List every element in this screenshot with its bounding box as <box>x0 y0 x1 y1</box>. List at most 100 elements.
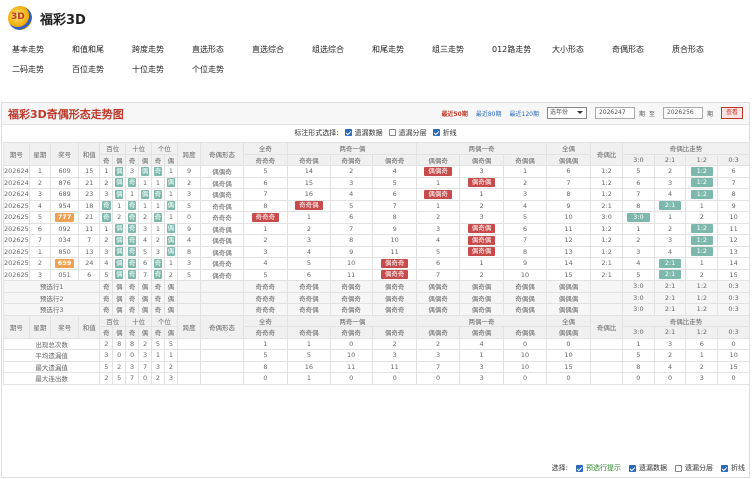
predict-row[interactable]: 预选行2 奇偶奇偶奇偶奇奇奇 奇奇偶 奇偶奇 偶奇奇 偶偶奇 偶奇偶 奇偶偶 偶偶偶 3:0 2:1… <box>2 291 750 304</box>
predict-cell[interactable]: 偶奇奇 <box>371 280 418 293</box>
nav-item[interactable]: 大小形态 <box>552 40 612 60</box>
predict-cell[interactable] <box>200 291 244 304</box>
predict-cell[interactable]: 3:0 <box>622 291 655 304</box>
predict-cell[interactable]: 偶奇偶 <box>458 303 505 316</box>
predict-cell[interactable]: 1:2 <box>685 280 719 293</box>
predict-cell[interactable]: 偶偶偶 <box>545 280 592 293</box>
to-issue-input[interactable]: 2026256 <box>662 107 703 119</box>
predict-cell[interactable]: 奇 <box>99 291 114 304</box>
option-miss-data[interactable]: 遗漏数据 <box>344 128 383 138</box>
predict-cell[interactable]: 偶偶奇 <box>416 303 460 316</box>
predict-cell[interactable]: 奇奇偶 <box>287 291 331 304</box>
predict-cell[interactable]: 偶 <box>112 291 127 304</box>
predict-cell[interactable]: 偶奇偶 <box>458 291 505 304</box>
predict-cell[interactable]: 偶 <box>112 303 127 316</box>
nav-item[interactable]: 直选综合 <box>252 40 312 60</box>
predict-cell[interactable]: 偶 <box>138 291 152 304</box>
checkbox-icon[interactable] <box>576 464 583 472</box>
footer-option-predict[interactable]: 预选行提示 <box>576 463 621 473</box>
predict-cell[interactable]: 奇 <box>151 280 165 293</box>
predict-cell[interactable]: 奇 <box>125 280 140 293</box>
predict-cell[interactable] <box>590 280 624 293</box>
predict-cell[interactable]: 奇偶偶 <box>503 280 547 293</box>
predict-cell[interactable]: 奇 <box>99 280 114 293</box>
nav-item[interactable]: 和尾走势 <box>372 40 432 60</box>
predict-cell[interactable]: 奇偶奇 <box>329 280 373 293</box>
checkbox-icon[interactable] <box>344 129 352 136</box>
checkbox-icon[interactable] <box>675 464 682 472</box>
predict-cell[interactable]: 奇奇偶 <box>287 303 331 316</box>
predict-cell[interactable]: 2:1 <box>653 280 687 293</box>
nav-item[interactable]: 基本走势 <box>12 40 72 60</box>
range-120-link[interactable]: 最近120期 <box>510 109 539 118</box>
predict-cell[interactable]: 0:3 <box>717 303 750 316</box>
predict-cell[interactable]: 偶偶偶 <box>545 303 592 316</box>
footer-option-polyline[interactable]: 折线 <box>721 463 745 473</box>
nav-item[interactable]: 直选形态 <box>192 40 252 60</box>
predict-cell[interactable]: 奇偶偶 <box>503 291 547 304</box>
nav-item[interactable]: 十位走势 <box>132 60 192 80</box>
footer-option-miss-data[interactable]: 遗漏数据 <box>629 463 667 473</box>
predict-cell[interactable]: 偶 <box>138 303 152 316</box>
predict-cell[interactable]: 2:1 <box>653 303 687 316</box>
predict-cell[interactable] <box>590 303 624 316</box>
predict-row[interactable]: 预选行3 奇偶奇偶奇偶奇奇奇 奇奇偶 奇偶奇 偶奇奇 偶偶奇 偶奇偶 奇偶偶 偶偶偶 3:0 2:1… <box>2 303 750 316</box>
predict-cell[interactable] <box>200 280 244 293</box>
predict-cell[interactable]: 偶 <box>112 280 127 293</box>
checkbox-icon[interactable] <box>388 129 396 136</box>
predict-cell[interactable]: 奇奇偶 <box>287 280 331 293</box>
predict-cell[interactable]: 奇 <box>125 291 140 304</box>
predict-cell[interactable]: 0:3 <box>717 291 750 304</box>
predict-cell[interactable]: 偶奇奇 <box>371 303 418 316</box>
predict-cell[interactable]: 2:1 <box>653 291 687 304</box>
predict-cell[interactable]: 偶偶奇 <box>416 291 460 304</box>
predict-cell[interactable]: 奇奇奇 <box>242 291 289 304</box>
from-issue-input[interactable]: 2026247 <box>594 107 635 119</box>
query-button[interactable]: 查看 <box>721 107 743 119</box>
nav-item[interactable]: 和值和尾 <box>72 40 132 60</box>
predict-cell[interactable]: 奇奇奇 <box>242 280 289 293</box>
predict-cell[interactable] <box>176 291 202 304</box>
checkbox-icon[interactable] <box>432 129 440 136</box>
predict-cell[interactable]: 偶偶奇 <box>416 280 460 293</box>
range-80-link[interactable]: 最近80期 <box>476 109 502 118</box>
predict-cell[interactable]: 奇 <box>151 303 165 316</box>
predict-cell[interactable] <box>200 303 244 316</box>
checkbox-icon[interactable] <box>721 464 728 472</box>
nav-item[interactable]: 百位走势 <box>72 60 132 80</box>
predict-cell[interactable]: 偶偶偶 <box>545 291 592 304</box>
predict-cell[interactable] <box>176 280 202 293</box>
predict-cell[interactable] <box>590 291 624 304</box>
nav-item[interactable]: 跨度走势 <box>132 40 192 60</box>
predict-cell[interactable]: 3:0 <box>622 303 655 316</box>
predict-cell[interactable]: 奇偶奇 <box>329 303 373 316</box>
nav-item[interactable]: 质合形态 <box>672 40 732 60</box>
predict-cell[interactable]: 1:2 <box>685 291 719 304</box>
nav-item[interactable]: 二码走势 <box>12 60 72 80</box>
nav-item[interactable]: 组选综合 <box>312 40 372 60</box>
predict-cell[interactable]: 偶奇偶 <box>458 280 505 293</box>
predict-cell[interactable]: 偶 <box>163 303 178 316</box>
predict-cell[interactable]: 奇 <box>151 291 165 304</box>
predict-cell[interactable]: 奇奇奇 <box>242 303 289 316</box>
predict-cell[interactable]: 偶 <box>163 291 178 304</box>
predict-cell[interactable]: 奇偶偶 <box>503 303 547 316</box>
predict-cell[interactable] <box>176 303 202 316</box>
predict-cell[interactable]: 奇 <box>99 303 114 316</box>
range-50-link[interactable]: 最近50期 <box>442 109 468 118</box>
predict-cell[interactable]: 0:3 <box>717 280 750 293</box>
nav-item[interactable]: 个位走势 <box>192 60 252 80</box>
predict-row[interactable]: 预选行1 奇偶奇偶奇偶奇奇奇 奇奇偶 奇偶奇 偶奇奇 偶偶奇 偶奇偶 奇偶偶 偶偶偶 3:0 2:1… <box>2 280 750 293</box>
predict-cell[interactable]: 偶奇奇 <box>371 291 418 304</box>
footer-option-miss-layer[interactable]: 遗漏分层 <box>675 463 713 473</box>
nav-item[interactable]: 奇偶形态 <box>612 40 672 60</box>
predict-cell[interactable]: 1:2 <box>685 303 719 316</box>
option-miss-layer[interactable]: 遗漏分层 <box>388 128 427 138</box>
year-select[interactable]: 选年份 <box>546 107 587 119</box>
predict-cell[interactable]: 偶 <box>163 280 178 293</box>
predict-cell[interactable]: 偶 <box>138 280 152 293</box>
predict-cell[interactable]: 奇偶奇 <box>329 291 373 304</box>
predict-cell[interactable]: 3:0 <box>622 280 655 293</box>
predict-cell[interactable]: 奇 <box>125 303 140 316</box>
nav-item[interactable]: 012路走势 <box>492 40 552 60</box>
